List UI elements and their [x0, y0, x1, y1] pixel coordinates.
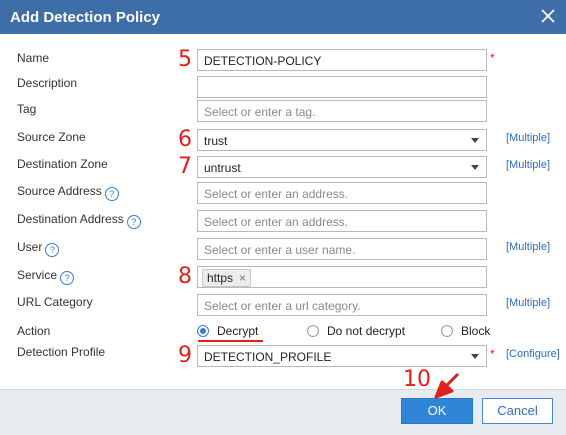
radio-block[interactable]: Block	[441, 324, 490, 338]
destination-zone-value: untrust	[204, 161, 241, 175]
annotation-arrow-icon	[434, 372, 460, 399]
detection-profile-configure-link[interactable]: [Configure]	[506, 348, 560, 360]
description-input[interactable]	[197, 76, 487, 98]
annotation-9: 9	[178, 343, 192, 368]
chevron-down-icon	[471, 354, 479, 359]
url-category-input[interactable]: Select or enter a url category.	[197, 294, 487, 316]
name-label: Name	[17, 51, 50, 65]
url-category-label: URL Category	[17, 295, 93, 309]
remove-token-icon[interactable]: ×	[239, 271, 246, 285]
service-input[interactable]: https ×	[197, 266, 487, 288]
detection-profile-value: DETECTION_PROFILE	[204, 350, 332, 364]
destination-zone-multiple-link[interactable]: [Multiple]	[506, 159, 550, 171]
tag-label: Tag	[17, 102, 37, 116]
name-value: DETECTION-POLICY	[204, 54, 322, 68]
row-source-address: Source Address? Select or enter an addre…	[0, 182, 566, 206]
annotation-underline	[198, 340, 263, 342]
destination-address-placeholder: Select or enter an address.	[204, 215, 349, 229]
row-url-category: URL Category Select or enter a url categ…	[0, 294, 566, 318]
tag-input[interactable]: Select or enter a tag.	[197, 100, 487, 122]
row-service: Service? 8 https ×	[0, 264, 566, 290]
cancel-button[interactable]: Cancel	[482, 398, 553, 424]
source-address-label: Source Address?	[17, 184, 119, 201]
description-label: Description	[17, 76, 78, 90]
source-address-label-text: Source Address	[17, 184, 102, 198]
service-token-label: https	[207, 271, 234, 285]
row-detection-profile: Detection Profile 9 DETECTION_PROFILE * …	[0, 343, 566, 369]
radio-unchecked-icon	[441, 325, 453, 337]
name-input[interactable]: DETECTION-POLICY	[197, 49, 487, 71]
dialog-footer: OK Cancel	[0, 389, 566, 435]
url-category-multiple-link[interactable]: [Multiple]	[506, 297, 550, 309]
row-tag: Tag Select or enter a tag.	[0, 100, 566, 124]
action-label: Action	[17, 324, 51, 338]
annotation-5: 5	[178, 47, 192, 72]
ok-button[interactable]: OK	[401, 398, 473, 424]
chevron-down-icon	[471, 138, 479, 143]
row-action: Action Decrypt Do not decrypt Block	[0, 321, 566, 345]
user-label: User?	[17, 240, 60, 257]
annotation-7: 7	[178, 154, 192, 179]
row-user: User? Select or enter a user name. [Mult…	[0, 238, 566, 262]
destination-address-label-text: Destination Address	[17, 212, 124, 226]
row-destination-address: Destination Address? Select or enter an …	[0, 210, 566, 234]
user-label-text: User	[17, 240, 43, 254]
row-description: Description	[0, 76, 566, 100]
chevron-down-icon	[471, 165, 479, 170]
service-token: https ×	[202, 269, 252, 287]
row-source-zone: Source Zone 6 trust [Multiple]	[0, 127, 566, 153]
source-address-input[interactable]: Select or enter an address.	[197, 182, 487, 204]
annotation-10: 10	[403, 367, 431, 392]
url-category-placeholder: Select or enter a url category.	[204, 299, 361, 313]
radio-unchecked-icon	[307, 325, 319, 337]
user-placeholder: Select or enter a user name.	[204, 243, 356, 257]
row-destination-zone: Destination Zone 7 untrust [Multiple]	[0, 154, 566, 180]
annotation-6: 6	[178, 127, 192, 152]
service-label: Service?	[17, 268, 75, 285]
radio-do-not-decrypt-label: Do not decrypt	[327, 324, 406, 338]
source-zone-value: trust	[204, 134, 228, 148]
destination-address-label: Destination Address?	[17, 212, 141, 229]
user-input[interactable]: Select or enter a user name.	[197, 238, 487, 260]
source-zone-select[interactable]: trust	[197, 129, 487, 151]
radio-decrypt-label: Decrypt	[217, 324, 259, 338]
required-marker: *	[490, 347, 495, 361]
source-address-placeholder: Select or enter an address.	[204, 187, 349, 201]
help-icon[interactable]: ?	[60, 271, 75, 285]
source-zone-multiple-link[interactable]: [Multiple]	[506, 132, 550, 144]
destination-address-input[interactable]: Select or enter an address.	[197, 210, 487, 232]
user-multiple-link[interactable]: [Multiple]	[506, 241, 550, 253]
row-name: Name 5 DETECTION-POLICY *	[0, 47, 566, 73]
detection-profile-select[interactable]: DETECTION_PROFILE	[197, 345, 487, 367]
dialog-title: Add Detection Policy	[10, 9, 161, 26]
help-icon[interactable]: ?	[104, 187, 119, 201]
dialog-titlebar: Add Detection Policy	[0, 0, 566, 34]
destination-zone-select[interactable]: untrust	[197, 156, 487, 178]
annotation-8: 8	[178, 264, 192, 289]
detection-profile-label: Detection Profile	[17, 345, 106, 359]
close-icon[interactable]	[538, 6, 558, 26]
destination-zone-label: Destination Zone	[17, 157, 108, 171]
tag-placeholder: Select or enter a tag.	[204, 105, 316, 119]
radio-checked-icon	[197, 325, 209, 337]
radio-block-label: Block	[461, 324, 491, 338]
radio-do-not-decrypt[interactable]: Do not decrypt	[307, 324, 405, 338]
radio-decrypt[interactable]: Decrypt	[197, 324, 258, 338]
help-icon[interactable]: ?	[126, 215, 141, 229]
source-zone-label: Source Zone	[17, 130, 86, 144]
service-label-text: Service	[17, 268, 58, 282]
help-icon[interactable]: ?	[45, 243, 60, 257]
required-marker: *	[490, 51, 495, 65]
